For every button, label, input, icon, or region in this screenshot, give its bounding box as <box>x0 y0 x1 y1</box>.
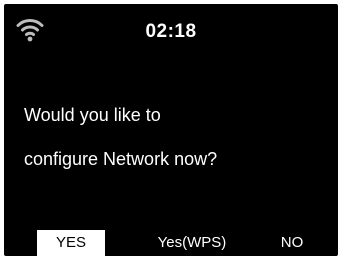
yes-wps-button[interactable]: Yes(WPS) <box>144 230 240 256</box>
clock-time: 02:18 <box>145 21 197 42</box>
device-screen: 02:18 Would you like to configure Networ… <box>4 4 338 256</box>
no-button[interactable]: NO <box>266 230 318 256</box>
yes-button[interactable]: YES <box>37 230 105 256</box>
prompt-line-2: configure Network now? <box>24 149 218 169</box>
prompt-line-1: Would you like to <box>24 105 161 125</box>
